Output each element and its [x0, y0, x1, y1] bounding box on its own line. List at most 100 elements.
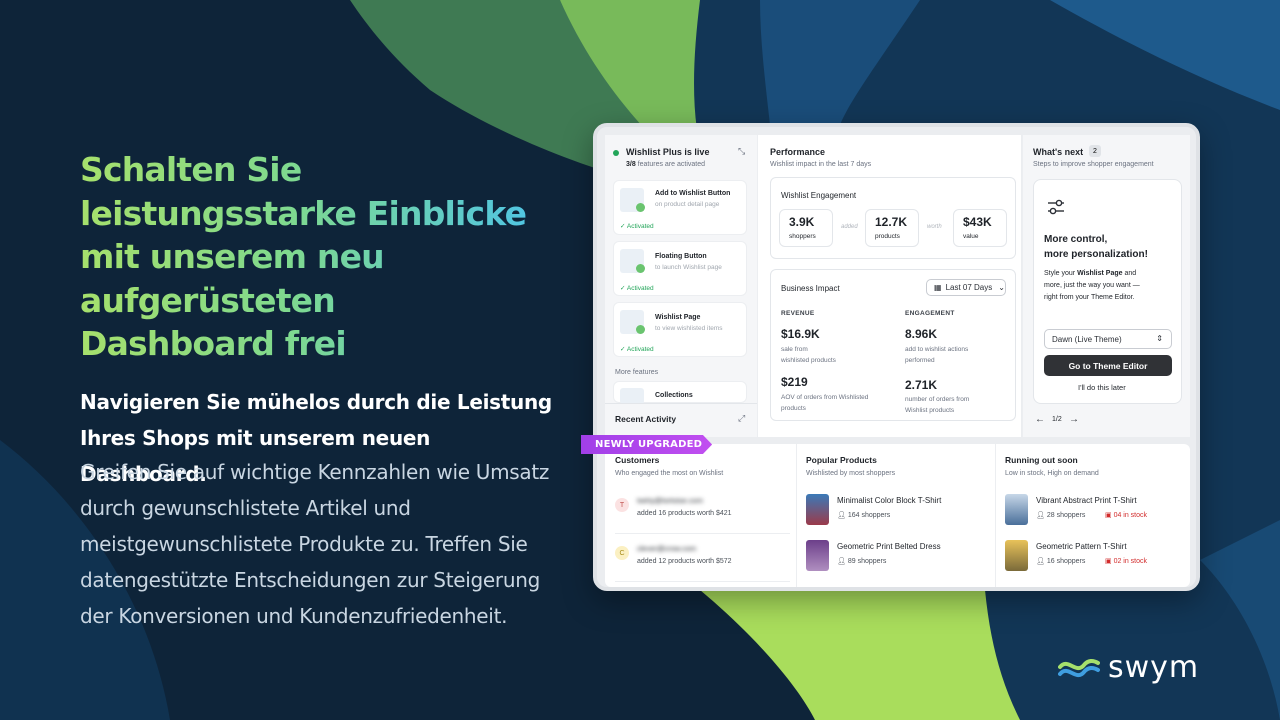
customer-row[interactable]: C clever@crow.com added 12 products wort… — [615, 544, 790, 582]
stat-value: 3.9K — [789, 215, 815, 229]
newly-upgraded-badge: NEWLY UPGRADED — [581, 435, 713, 454]
wishlist-engagement-card: Wishlist Engagement 3.9K shoppers added … — [770, 177, 1016, 259]
customer-email: clever@crow.com — [637, 544, 697, 553]
expand-icon[interactable]: ⤢ — [738, 413, 745, 424]
headline-line-4: aufgerüsteten — [80, 280, 335, 320]
column-divider — [995, 444, 996, 587]
next-arrow-icon[interactable]: → — [1069, 414, 1079, 425]
user-icon: 👤︎ — [837, 512, 848, 519]
whats-next-count: 2 — [1089, 145, 1101, 157]
feature-subtitle: on product detail page — [655, 201, 720, 208]
stock-count: ▣ 04 in stock — [1105, 512, 1148, 519]
engagement-stat-value: $43K value — [953, 209, 1007, 247]
performance-panel: Performance Wishlist impact in the last … — [757, 135, 1021, 437]
box-icon: ▣ — [1105, 558, 1114, 565]
date-range-select[interactable]: ▦ Last 07 Days ⌄ — [926, 279, 1006, 296]
recent-activity-title: Recent Activity — [615, 414, 677, 424]
metric-desc: AOV of orders from Wishlisted — [781, 394, 869, 401]
prev-arrow-icon[interactable]: ← — [1035, 414, 1045, 425]
avatar: T — [615, 498, 629, 512]
go-to-theme-editor-button[interactable]: Go to Theme Editor — [1044, 355, 1172, 376]
customer-row[interactable]: T twirty@tortoise.com added 16 products … — [615, 496, 790, 534]
metric-desc: performed — [905, 357, 935, 364]
chevron-down-icon: ⌄ — [998, 283, 1005, 292]
revenue-label: REVENUE — [781, 310, 815, 317]
feature-card-collections[interactable]: Collections — [613, 381, 747, 404]
product-shoppers: 👤︎ 28 shoppers — [1036, 512, 1086, 519]
recent-activity-bar[interactable]: Recent Activity ⤢ — [605, 403, 757, 437]
card-desc-line2: more, just the way you want — — [1044, 282, 1140, 289]
dashboard-frame: Wishlist Plus is live ⤡ 3/8 features are… — [593, 123, 1200, 591]
business-title: Business Impact — [781, 284, 840, 293]
stat-value: 12.7K — [875, 215, 908, 229]
card-desc-line1: Style your Wishlist Page and — [1044, 270, 1137, 277]
product-name: Geometric Print Belted Dress — [837, 542, 941, 551]
feature-status: ✓ Activated — [620, 346, 654, 353]
engagement-stat-shoppers: 3.9K shoppers — [779, 209, 833, 247]
customer-email: twirty@tortoise.com — [637, 496, 703, 505]
feature-subtitle: to launch Wishlist page — [655, 264, 722, 271]
feature-title: Add to Wishlist Button — [655, 190, 731, 197]
connector-worth: worth — [927, 224, 942, 230]
product-shoppers: 👤︎ 16 shoppers — [1036, 558, 1086, 565]
whats-next-title: What's next — [1033, 147, 1084, 157]
engagement-stat-products: 12.7K products — [865, 209, 919, 247]
check-circle-icon: ✓ — [620, 285, 627, 292]
whats-next-card: More control, more personalization! Styl… — [1033, 179, 1182, 404]
popular-subtitle: Wishlisted by most shoppers — [806, 470, 896, 477]
features-panel: Wishlist Plus is live ⤡ 3/8 features are… — [605, 135, 757, 437]
headline-line-1: Schalten Sie — [80, 150, 302, 189]
live-status-dot — [613, 150, 619, 156]
business-impact-card: Business Impact ▦ Last 07 Days ⌄ REVENUE… — [770, 269, 1016, 421]
customer-detail: added 12 products worth $572 — [637, 558, 732, 565]
dashboard-screen: Wishlist Plus is live ⤡ 3/8 features are… — [597, 127, 1196, 587]
check-icon — [636, 203, 645, 212]
feature-card-floating-button[interactable]: Floating Button to launch Wishlist page … — [613, 241, 747, 296]
swym-logo: swym — [1058, 650, 1199, 685]
headline-line-5: Dashboard frei — [80, 324, 346, 363]
connector-added: added — [841, 224, 858, 230]
subcopy-body: Greifen Sie auf wichtige Kennzahlen wie … — [80, 460, 550, 628]
collapse-icon[interactable]: ⤡ — [738, 146, 745, 157]
feature-card-wishlist-page[interactable]: Wishlist Page to view wishlisted items ✓… — [613, 302, 747, 357]
product-name: Minimalist Color Block T-Shirt — [837, 496, 942, 505]
logo-wordmark: swym — [1108, 650, 1200, 685]
stat-label: products — [875, 233, 900, 240]
check-icon — [636, 325, 645, 334]
metric-desc: Wishlist products — [905, 407, 955, 414]
feature-title: Floating Button — [655, 253, 707, 260]
calendar-icon: ▦ — [934, 283, 942, 292]
card-title-line1: More control, — [1044, 234, 1108, 245]
product-row[interactable]: Geometric Print Belted Dress 👤︎ 89 shopp… — [806, 540, 986, 576]
feature-status: ✓ Activated — [620, 285, 654, 292]
engagement-title: Wishlist Engagement — [781, 191, 857, 200]
metric-desc: products — [781, 405, 806, 412]
running-out-subtitle: Low in stock, High on demand — [1005, 470, 1099, 477]
metric-value: 8.96K — [905, 327, 938, 341]
low-stock-row[interactable]: Vibrant Abstract Print T-Shirt 👤︎ 28 sho… — [1005, 494, 1185, 530]
card-title-line2: more personalization! — [1044, 249, 1148, 260]
feature-card-add-to-wishlist[interactable]: Add to Wishlist Button on product detail… — [613, 180, 747, 235]
metric-desc: add to wishlist actions — [905, 346, 969, 353]
check-icon — [636, 264, 645, 273]
more-features-label: More features — [615, 369, 659, 376]
headline-line-2: leistungsstarke Einblicke — [80, 193, 527, 233]
product-row[interactable]: Minimalist Color Block T-Shirt 👤︎ 164 sh… — [806, 494, 986, 530]
product-shoppers: 👤︎ 89 shoppers — [837, 558, 887, 565]
user-icon: 👤︎ — [1036, 512, 1047, 519]
box-icon: ▣ — [1105, 512, 1114, 519]
product-image — [1005, 494, 1028, 525]
feature-subtitle: to view wishlisted items — [655, 325, 723, 332]
product-shoppers: 👤︎ 164 shoppers — [837, 512, 891, 519]
stat-label: value — [963, 233, 979, 240]
theme-select[interactable]: Dawn (Live Theme) ⇕ — [1044, 329, 1172, 349]
pager-text: 1/2 — [1052, 416, 1062, 423]
metric-desc: wishlisted products — [781, 357, 836, 364]
product-name: Geometric Pattern T-Shirt — [1036, 542, 1127, 551]
do-later-link[interactable]: I'll do this later — [1078, 383, 1126, 392]
low-stock-row[interactable]: Geometric Pattern T-Shirt 👤︎ 16 shoppers… — [1005, 540, 1185, 576]
sliders-icon — [1048, 199, 1064, 215]
product-image — [1005, 540, 1028, 571]
metric-value: $219 — [781, 375, 808, 389]
product-name: Vibrant Abstract Print T-Shirt — [1036, 496, 1137, 505]
